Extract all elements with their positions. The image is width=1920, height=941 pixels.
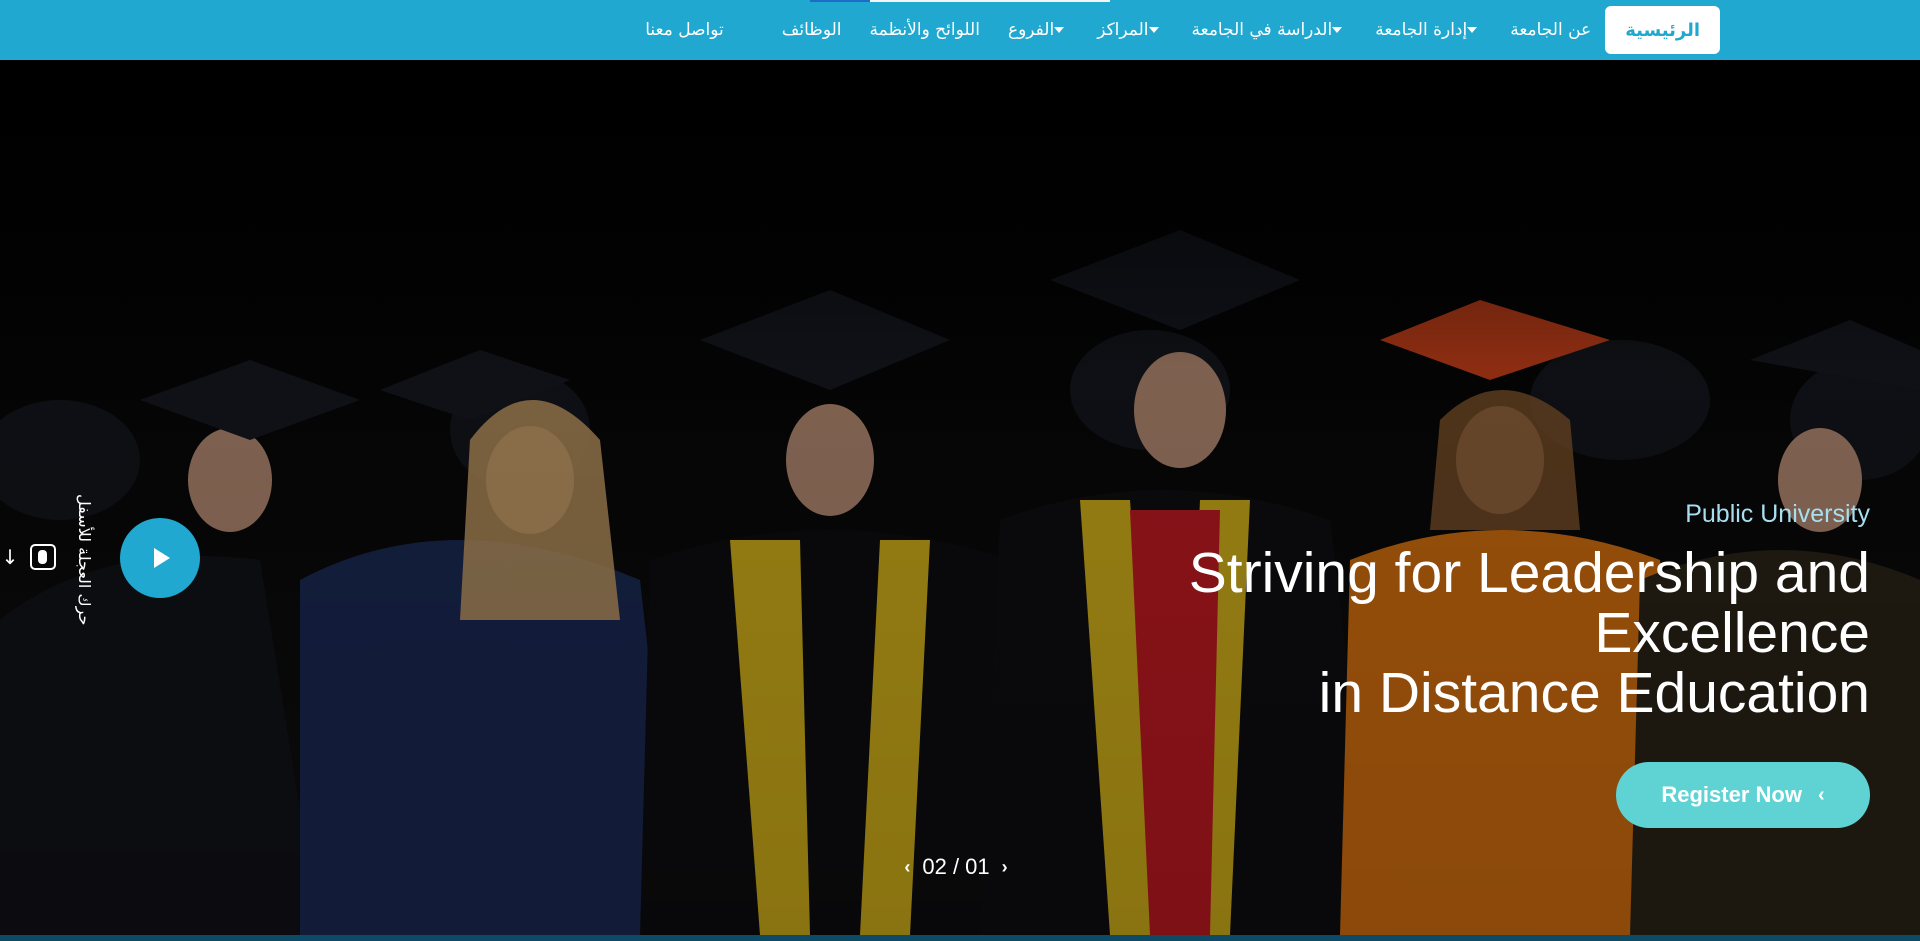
hero-title-line: in Distance Education (1318, 661, 1870, 725)
nav-item-label: إدارة الجامعة (1375, 20, 1468, 40)
nav-item-label: الوظائف (781, 20, 842, 40)
top-navbar: الرئيسية عن الجامعة إدارة الجامعة الدراس… (0, 0, 1920, 60)
bottom-strip (0, 935, 1920, 941)
nav-item-label: عن الجامعة (1510, 20, 1592, 40)
page-indicator-active (810, 0, 870, 2)
slide-counter: 02 / 01 (922, 854, 990, 879)
mouse-scroll-icon (30, 544, 56, 570)
play-video-button[interactable] (120, 518, 200, 598)
caret-down-icon (1332, 27, 1343, 33)
hero-title-line: Striving for Leadership and (1188, 541, 1870, 605)
chevron-left-icon: ‹ (1817, 783, 1825, 806)
nav-item-contact[interactable]: تواصل معنا (631, 6, 738, 54)
nav-item-home[interactable]: الرئيسية (1605, 6, 1720, 54)
hero-title-line: Excellence (1594, 601, 1870, 665)
scroll-hint: حرك العجلة للأسفل (75, 494, 94, 626)
nav-item-regulations[interactable]: اللوائح والأنظمة (856, 6, 994, 54)
chevron-left-icon[interactable]: ‹ (896, 857, 918, 878)
hero-text-block: Public University Striving for Leadershi… (970, 500, 1870, 723)
nav-item-label: الدراسة في الجامعة (1191, 20, 1333, 40)
hero-subtitle: Public University (1685, 500, 1870, 528)
nav-item-label: تواصل معنا (645, 20, 724, 40)
caret-down-icon (1054, 27, 1065, 33)
nav-item-label: الرئيسية (1625, 19, 1700, 41)
chevron-right-icon[interactable]: › (994, 857, 1016, 878)
nav-item-label: الفروع (1007, 20, 1055, 40)
nav-menu: الرئيسية عن الجامعة إدارة الجامعة الدراس… (620, 6, 1720, 54)
register-now-button[interactable]: Register Now ‹ (1616, 762, 1870, 828)
slider-pagination: ‹ 02 / 01 › (896, 850, 1016, 884)
register-now-label: Register Now (1661, 782, 1802, 807)
hero-title: Striving for Leadership and Excellence i… (970, 543, 1870, 723)
arrow-down-icon: ↓ (1, 545, 19, 569)
nav-item-branches[interactable]: الفروع (994, 6, 1083, 54)
caret-down-icon (1148, 27, 1159, 33)
nav-item-administration[interactable]: إدارة الجامعة (1361, 6, 1496, 54)
nav-item-label: اللوائح والأنظمة (869, 20, 980, 40)
nav-item-label: المراكز (1097, 20, 1149, 40)
nav-item-jobs[interactable]: الوظائف (768, 6, 856, 54)
nav-item-study[interactable]: الدراسة في الجامعة (1178, 6, 1362, 54)
nav-item-centers[interactable]: المراكز (1083, 6, 1177, 54)
page-indicator-track (870, 0, 1110, 2)
caret-down-icon (1467, 27, 1478, 33)
play-icon (154, 548, 170, 568)
nav-item-about[interactable]: عن الجامعة (1496, 6, 1605, 54)
